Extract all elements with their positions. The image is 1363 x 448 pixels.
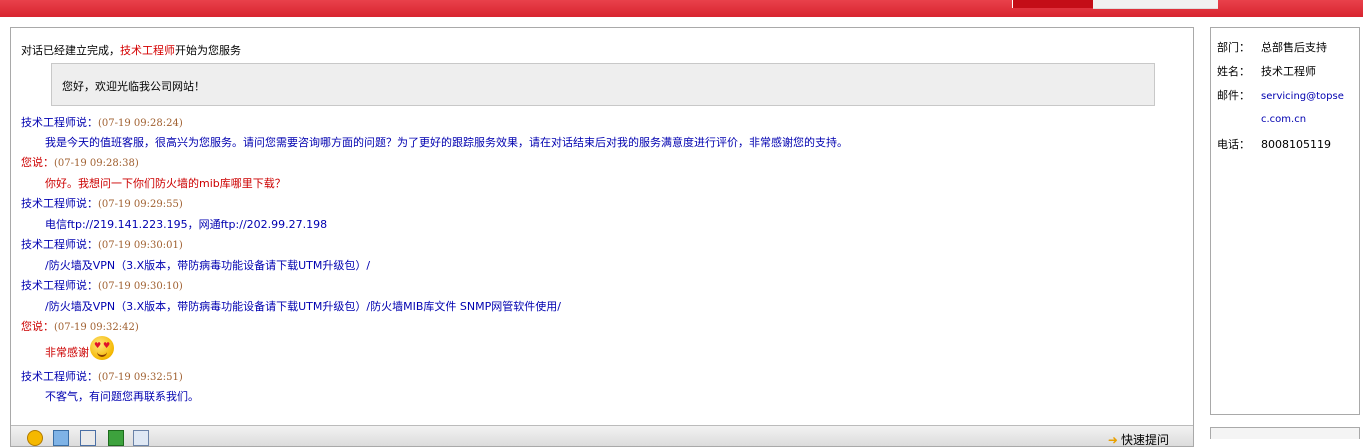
- agent-info-panel: 部门： 总部售后支持 姓名： 技术工程师 邮件： servicing@topse c.…: [1210, 27, 1360, 415]
- welcome-box: 您好，欢迎光临我公司网站！: [51, 63, 1155, 106]
- quick-ask-button[interactable]: ➜ 快速提问: [1108, 431, 1169, 448]
- message-timestamp: (07-19 09:28:24): [98, 118, 183, 129]
- info-label: 部门：: [1217, 41, 1250, 54]
- history-icon[interactable]: [133, 430, 149, 446]
- message-header: 技术工程师说：(07-19 09:30:01): [21, 236, 183, 252]
- message-text: /防火墙及VPN（3.X版本，带防病毒功能设备请下载UTM升级包）/防火墙MIB…: [45, 300, 561, 313]
- speaker-label: 技术工程师说：: [21, 197, 98, 210]
- speaker-label: 技术工程师说：: [21, 370, 98, 383]
- message-timestamp: (07-19 09:30:10): [98, 281, 183, 292]
- message-timestamp: (07-19 09:29:55): [98, 199, 183, 210]
- emoji-icon[interactable]: [27, 430, 43, 446]
- welcome-message: 您好，欢迎光临我公司网站！: [62, 80, 205, 93]
- speaker-label: 技术工程师说：: [21, 238, 98, 251]
- info-label: 姓名：: [1217, 65, 1250, 78]
- message-header: 您说：(07-19 09:32:42): [21, 318, 139, 334]
- info-email: 邮件： servicing@topse: [1217, 87, 1344, 103]
- speaker-label: 技术工程师说：: [21, 279, 98, 292]
- info-value: 总部售后支持: [1261, 41, 1327, 54]
- info-panel-bottom: [1210, 427, 1360, 439]
- info-phone: 电话： 8008105119: [1217, 136, 1331, 152]
- message-header: 您说：(07-19 09:28:38): [21, 154, 139, 170]
- top-header-bar: [0, 0, 1363, 17]
- message-text: 不客气，有问题您再联系我们。: [45, 390, 199, 403]
- quick-ask-label: 快速提问: [1120, 433, 1169, 447]
- screenshot-icon[interactable]: [80, 430, 96, 446]
- chat-transcript: 对话已经建立完成，技术工程师开始为您服务 您好，欢迎光临我公司网站！ 技术工程师…: [11, 28, 1193, 417]
- connection-status: 对话已经建立完成，技术工程师开始为您服务: [21, 42, 241, 58]
- message-text: 我是今天的值班客服，很高兴为您服务。请问您需要咨询哪方面的问题？为了更好的跟踪服…: [45, 136, 848, 149]
- love-eyes-emoji: ♥ ♥: [90, 336, 114, 360]
- message-timestamp: (07-19 09:32:42): [54, 322, 139, 333]
- connection-agent-name: 技术工程师: [120, 44, 175, 57]
- translate-icon[interactable]: [108, 430, 124, 446]
- message-timestamp: (07-19 09:30:01): [98, 240, 183, 251]
- message-header: 技术工程师说：(07-19 09:32:51): [21, 368, 183, 384]
- image-icon[interactable]: [53, 430, 69, 446]
- speaker-label: 技术工程师说：: [21, 116, 98, 129]
- connection-prefix: 对话已经建立完成，: [21, 44, 120, 57]
- info-label: 电话：: [1217, 138, 1250, 151]
- message-row: 非常感谢 ♥ ♥: [45, 336, 114, 360]
- chat-panel: 对话已经建立完成，技术工程师开始为您服务 您好，欢迎光临我公司网站！ 技术工程师…: [10, 27, 1194, 447]
- info-label: 邮件：: [1217, 89, 1250, 102]
- message-header: 技术工程师说：(07-19 09:29:55): [21, 195, 183, 211]
- message-timestamp: (07-19 09:32:51): [98, 372, 183, 383]
- speaker-label: 您说：: [21, 156, 54, 169]
- arrow-right-icon: ➜: [1107, 433, 1118, 447]
- chat-toolbar: ➜ 快速提问: [11, 425, 1193, 448]
- message-text[interactable]: 电信ftp://219.141.223.195，网通ftp://202.99.2…: [45, 216, 327, 232]
- message-header: 技术工程师说：(07-19 09:30:10): [21, 277, 183, 293]
- info-name: 姓名： 技术工程师: [1217, 63, 1316, 79]
- info-department: 部门： 总部售后支持: [1217, 39, 1327, 55]
- tab-active[interactable]: [1012, 0, 1094, 8]
- speaker-label: 您说：: [21, 320, 54, 333]
- email-link[interactable]: servicing@topse: [1261, 91, 1344, 102]
- message-timestamp: (07-19 09:28:38): [54, 158, 139, 169]
- message-text: /防火墙及VPN（3.X版本，带防病毒功能设备请下载UTM升级包）/: [45, 259, 371, 272]
- connection-suffix: 开始为您服务: [175, 44, 241, 57]
- email-link-cont[interactable]: c.com.cn: [1261, 114, 1306, 125]
- message-text: 非常感谢: [45, 346, 89, 359]
- info-email-cont: c.com.cn: [1261, 112, 1306, 125]
- message-header: 技术工程师说：(07-19 09:28:24): [21, 114, 183, 130]
- info-value: 8008105119: [1261, 138, 1331, 151]
- info-value: 技术工程师: [1261, 65, 1316, 78]
- message-text: 你好。我想问一下你们防火墙的mib库哪里下载？: [45, 177, 286, 190]
- tab-secondary[interactable]: [1093, 0, 1218, 9]
